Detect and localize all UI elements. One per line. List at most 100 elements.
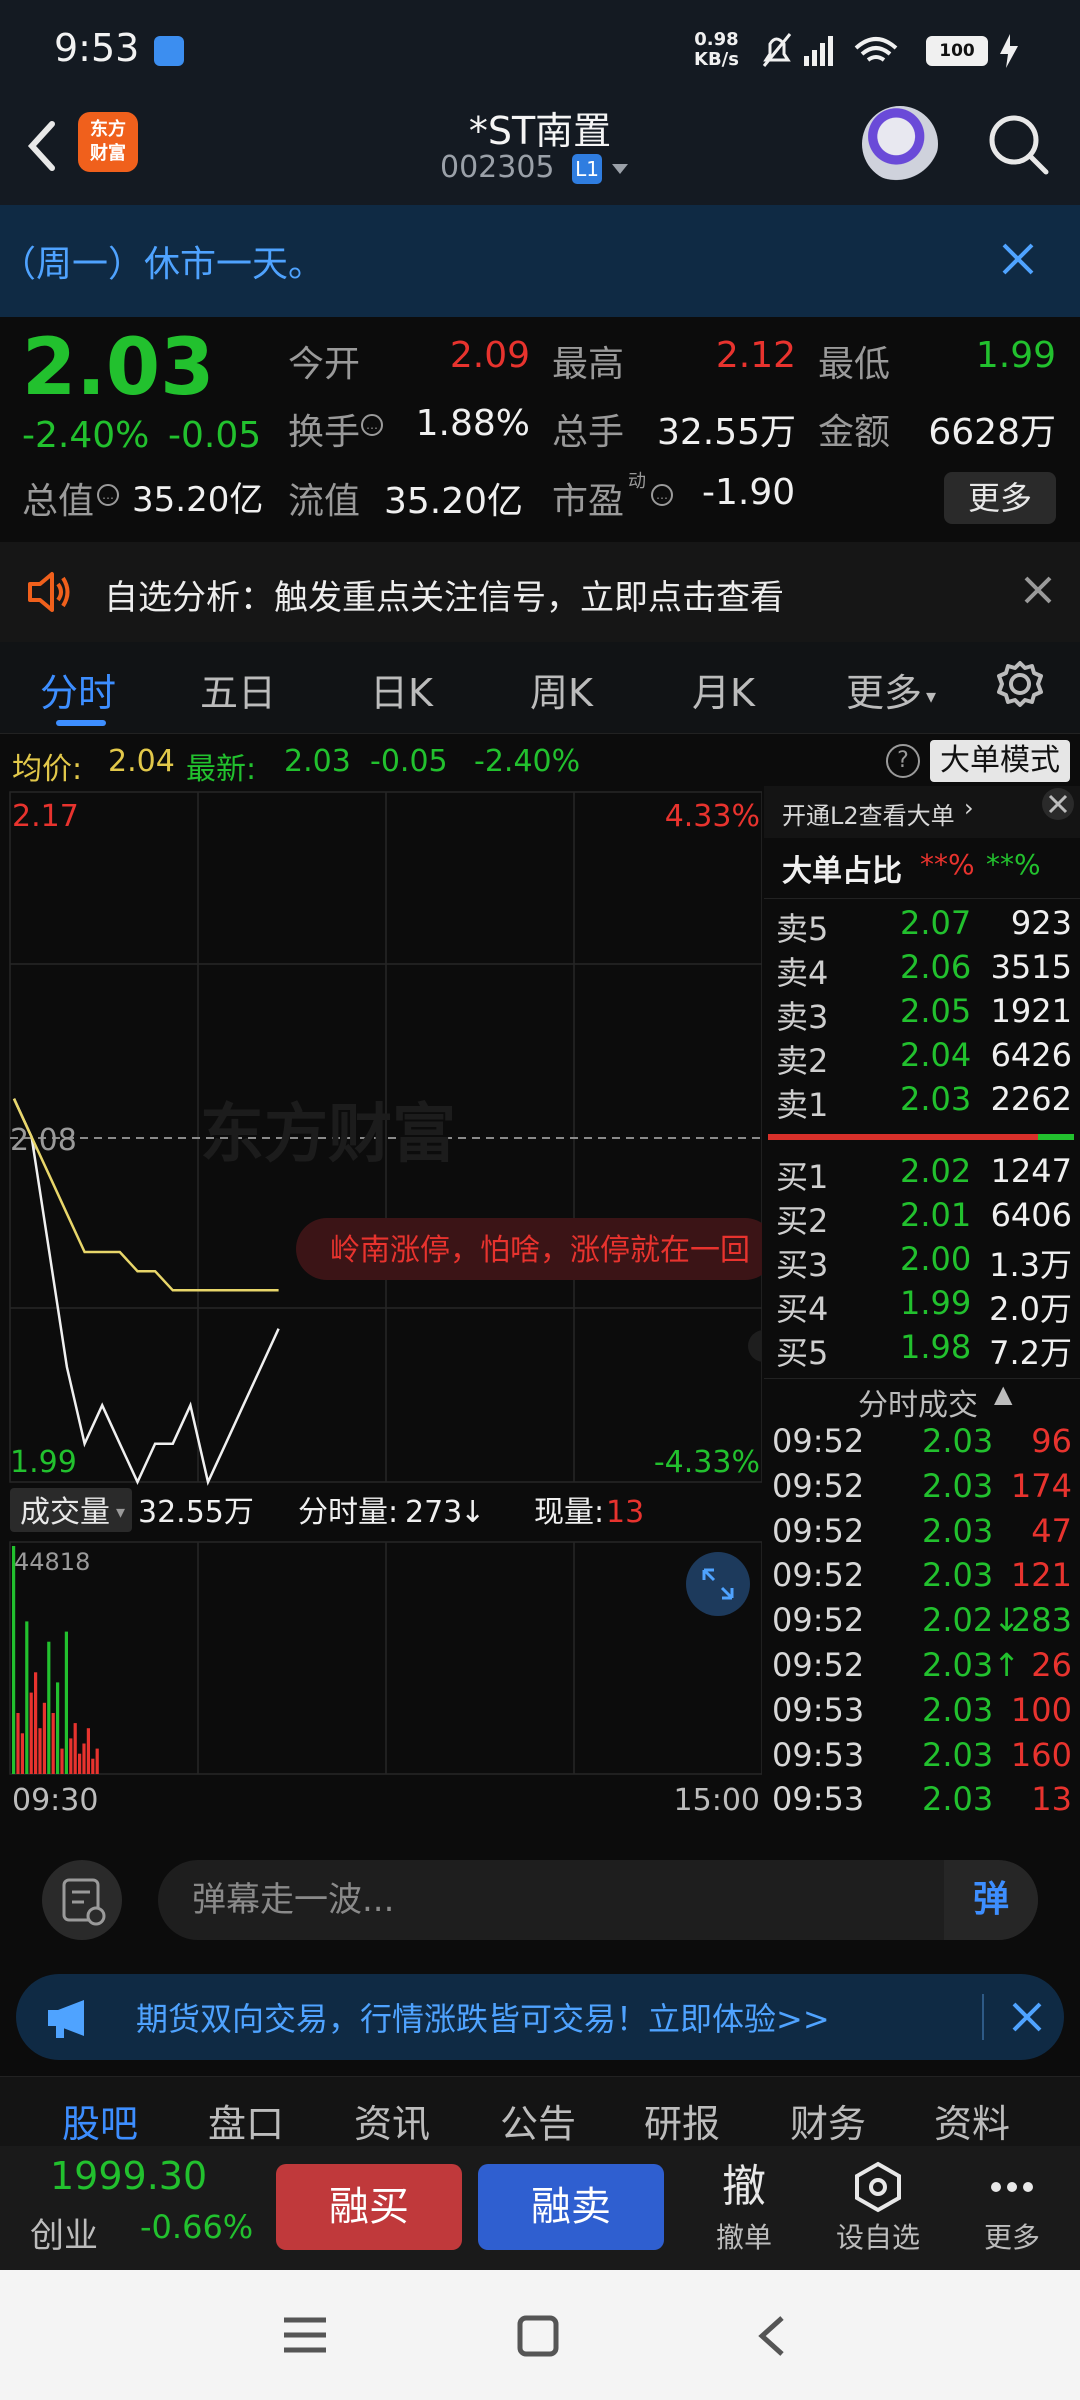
tab-monthly-k[interactable]: 月K [692,662,755,717]
tab-more[interactable]: 更多 ▾ [846,662,936,717]
turnover-label: 换手 [288,412,361,453]
app-notification-icon [154,36,184,66]
bid-row-1[interactable]: 买1 2.02 1247 [772,1152,1072,1196]
promo-text: 期货双向交易，行情涨跌皆可交易！立即体验>> [136,2000,830,2038]
volume-bar [73,1723,77,1774]
svg-text:…: … [102,488,114,502]
ask-row-4[interactable]: 卖4 2.06 3515 [772,948,1072,992]
trade-time: 09:53 [772,1690,865,1729]
more-dots-icon [962,2158,1062,2216]
home-icon[interactable] [516,2314,560,2358]
trade-row: 09:53 2.03 100 [772,1691,1072,1735]
volume-bar [20,1733,24,1774]
app-logo[interactable]: 东方财富 [78,112,138,172]
more-quote-button[interactable]: 更多 [944,472,1056,524]
menu-icon[interactable] [282,2314,328,2356]
ask-row-2[interactable]: 卖2 2.04 6426 [772,1036,1072,1080]
latest-label: 最新: [186,752,257,787]
tab-five-day[interactable]: 五日 [200,662,276,717]
ask-row-1[interactable]: 卖1 2.03 2262 [772,1080,1072,1124]
bid-row-2[interactable]: 买2 2.01 6406 [772,1196,1072,1240]
bid-row-3[interactable]: 买3 2.00 1.3万 [772,1240,1072,1284]
tab-guba[interactable]: 股吧 [62,2093,138,2148]
add-watchlist-button[interactable]: 设自选 [828,2158,928,2256]
bid-row-4[interactable]: 买4 1.99 2.0万 [772,1284,1072,1328]
level-badge[interactable]: L1 [572,154,602,184]
net-speed-value: 0.98 [694,29,739,50]
volume-bars [12,1546,99,1774]
fenshi-volume-value: 273 [405,1495,462,1530]
tab-finance[interactable]: 财务 [790,2093,866,2148]
intraday-chart[interactable]: 东方财富 2.17 2.08 1.99 4.33% -4.33% 岭南涨停，怕啥… [0,786,780,1826]
pe-value: -1.90 [702,472,796,513]
back-icon[interactable] [754,2314,790,2358]
trade-row: 09:52 2.03 174 [772,1467,1072,1511]
l2-link-bar[interactable]: 开通L2查看大单 › [764,786,1080,838]
bid-volume: 7.2万 [989,1334,1072,1372]
promo-banner[interactable]: 期货双向交易，行情涨跌皆可交易！立即体验>> [16,1974,1064,2060]
close-icon[interactable] [1010,2000,1044,2034]
danmu-send-button[interactable]: 弹 [944,1860,1038,1940]
notice-banner[interactable]: （周一）休市一天。 [0,205,1080,317]
trade-price: 2.03 [922,1780,994,1819]
ask-row-5[interactable]: 卖5 2.07 923 [772,904,1072,948]
more-actions-button[interactable]: 更多 [962,2158,1062,2256]
chart-canvas[interactable]: 东方财富 2.17 2.08 1.99 4.33% -4.33% 岭南涨停，怕啥… [0,786,780,1826]
index-value[interactable]: 1999.30 [50,2154,207,2198]
ask-row-3[interactable]: 卖3 2.05 1921 [772,992,1072,1036]
chevron-down-icon[interactable] [612,164,628,174]
chart-tabs: 分时 五日 日K 周K 月K 更多 ▾ [0,642,1080,734]
trade-time: 09:52 [772,1556,865,1595]
trades-title[interactable]: 分时成交 [858,1380,978,1424]
gear-icon[interactable] [996,660,1044,708]
bid-row-5[interactable]: 买5 1.98 7.2万 [772,1328,1072,1372]
tab-daily-k[interactable]: 日K [370,662,433,717]
x-start-label: 09:30 [12,1783,98,1818]
info-icon[interactable]: … [360,413,384,437]
margin-buy-button[interactable]: 融买 [276,2164,462,2250]
ask-label: 卖2 [776,1042,829,1080]
index-percent[interactable]: -0.66% [140,2208,253,2246]
volume-bar [91,1758,95,1774]
tab-announcements[interactable]: 公告 [500,2093,576,2148]
close-icon[interactable] [1022,574,1054,606]
robot-assistant-icon[interactable] [862,106,938,182]
volume-bar [29,1692,33,1774]
bid-volume: 6406 [990,1196,1072,1234]
danmu-settings-icon[interactable] [42,1860,122,1940]
bid-label: 买5 [776,1334,829,1372]
big-ratio-sell: **% [986,848,1041,881]
danmu-input[interactable]: 弹幕走一波... [158,1860,1038,1940]
bid-label: 买4 [776,1290,829,1328]
search-icon[interactable] [984,110,1054,180]
total-value-label: 总值 [22,481,95,522]
help-icon[interactable]: ? [886,744,920,778]
tab-news[interactable]: 资讯 [354,2093,430,2148]
index-name[interactable]: 创业 [30,2208,98,2257]
trade-time: 09:52 [772,1646,865,1684]
tab-weekly-k[interactable]: 周K [530,662,593,717]
stock-code: 002305 [440,150,555,185]
analysis-banner[interactable]: 自选分析：触发重点关注信号，立即点击查看 [0,542,1080,642]
stock-name: *ST南置 [468,109,612,153]
add-watchlist-label: 设自选 [835,2221,920,2254]
tab-research[interactable]: 研报 [644,2093,720,2148]
big-order-mode-button[interactable]: 大单模式 [930,740,1070,782]
tab-pankou[interactable]: 盘口 [208,2093,284,2148]
tab-intraday[interactable]: 分时 [40,662,116,717]
low-value: 1.99 [975,335,1056,376]
margin-sell-button[interactable]: 融卖 [478,2164,664,2250]
close-icon[interactable] [1000,241,1036,277]
trade-volume: 283 [1010,1601,1072,1640]
info-icon[interactable]: … [96,483,120,507]
trade-time: 09:53 [772,1735,865,1774]
info-icon[interactable]: … [650,483,674,507]
cancel-order-button[interactable]: 撤 撤单 [694,2158,794,2256]
tab-profile[interactable]: 资料 [934,2093,1010,2148]
close-icon[interactable] [1040,786,1076,822]
amount-label: 金额 [818,412,891,453]
chevron-up-icon[interactable]: ▲ [994,1380,1012,1408]
back-button[interactable] [22,116,62,176]
trade-volume: 47 [1031,1511,1072,1550]
pct-min-label: -4.33% [654,1445,760,1480]
